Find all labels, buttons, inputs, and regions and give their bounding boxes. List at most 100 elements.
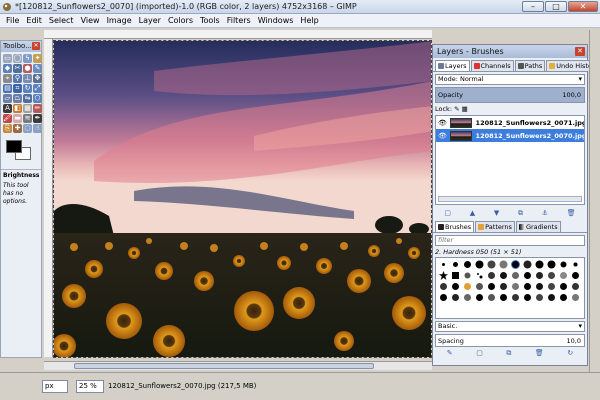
brush-item[interactable]	[522, 282, 532, 291]
smudge-tool-icon[interactable]: ☝	[33, 124, 42, 133]
brush-item[interactable]	[474, 271, 484, 280]
brush-item[interactable]	[522, 293, 532, 302]
brush-item[interactable]	[570, 293, 580, 302]
brush-item[interactable]	[558, 260, 568, 269]
brush-item[interactable]	[474, 293, 484, 302]
brush-item[interactable]	[450, 260, 460, 269]
brush-item[interactable]	[510, 260, 520, 269]
delete-brush-icon[interactable]: 🗑	[535, 349, 544, 359]
edit-brush-icon[interactable]: ✎	[447, 349, 453, 359]
flip-tool-icon[interactable]: ⇋	[23, 94, 32, 103]
brush-item[interactable]	[462, 282, 472, 291]
close-button[interactable]: ✕	[568, 1, 598, 12]
color-select-tool-icon[interactable]: ◆	[3, 64, 12, 73]
brush-item[interactable]	[570, 271, 580, 280]
brush-item[interactable]	[462, 271, 472, 280]
layer-row[interactable]: 👁 120812_Sunflowers2_0071.jpg	[436, 116, 584, 129]
opacity-slider[interactable]: Opacity 100,0	[435, 87, 585, 103]
duplicate-layer-icon[interactable]: ⧉	[518, 209, 523, 218]
brush-grid[interactable]	[435, 257, 585, 319]
ink-tool-icon[interactable]: ✒	[33, 114, 42, 123]
refresh-brushes-icon[interactable]: ↻	[567, 349, 573, 359]
duplicate-brush-icon[interactable]: ⧉	[506, 349, 511, 359]
spacing-slider[interactable]: Spacing 10,0	[435, 334, 585, 347]
paths-tool-icon[interactable]: ✎	[33, 64, 42, 73]
brush-item[interactable]	[438, 293, 448, 302]
tab-brushes[interactable]: Brushes	[435, 221, 475, 232]
brush-item[interactable]	[534, 260, 544, 269]
brush-item[interactable]	[534, 293, 544, 302]
unit-select[interactable]: px	[42, 380, 68, 393]
anchor-layer-icon[interactable]: ⚓	[542, 209, 548, 217]
lock-alpha-icon[interactable]: ▦	[462, 105, 468, 113]
brush-item[interactable]	[522, 271, 532, 280]
bucket-fill-tool-icon[interactable]: ◧	[13, 104, 22, 113]
rect-select-tool-icon[interactable]: ▭	[3, 54, 12, 63]
raise-layer-icon[interactable]: ▲	[470, 209, 475, 217]
minimize-button[interactable]: –	[522, 1, 544, 12]
image-canvas[interactable]	[53, 40, 432, 358]
brush-preset-select[interactable]: Basic.	[435, 321, 585, 332]
align-tool-icon[interactable]: ▤	[3, 84, 12, 93]
delete-layer-icon[interactable]: 🗑	[567, 209, 576, 217]
brush-item[interactable]	[498, 260, 508, 269]
blend-tool-icon[interactable]: ▦	[23, 104, 32, 113]
ellipse-select-tool-icon[interactable]: ◯	[13, 54, 22, 63]
brush-item[interactable]	[438, 260, 448, 269]
airbrush-tool-icon[interactable]: ≋	[23, 114, 32, 123]
brush-item[interactable]	[558, 282, 568, 291]
brush-item[interactable]	[474, 260, 484, 269]
visibility-eye-icon[interactable]: 👁	[438, 119, 447, 127]
menu-edit[interactable]: Edit	[26, 16, 42, 25]
brush-item[interactable]	[498, 271, 508, 280]
tab-channels[interactable]: Channels	[470, 60, 514, 71]
brush-item[interactable]	[546, 260, 556, 269]
layer-row-selected[interactable]: 👁 120812_Sunflowers2_0070.jpg	[436, 129, 584, 142]
brush-item[interactable]	[546, 282, 556, 291]
tab-patterns[interactable]: Patterns	[475, 221, 515, 232]
cage-tool-icon[interactable]: ⬡	[33, 94, 42, 103]
visibility-eye-icon[interactable]: 👁	[438, 132, 447, 140]
eraser-tool-icon[interactable]: ▬	[13, 114, 22, 123]
maximize-button[interactable]: □	[545, 1, 567, 12]
brush-item[interactable]	[474, 282, 484, 291]
blur-tool-icon[interactable]: ◌	[23, 124, 32, 133]
toolbox-close-icon[interactable]: ✕	[32, 42, 40, 50]
brush-item[interactable]	[450, 271, 460, 280]
brush-item[interactable]	[546, 293, 556, 302]
free-select-tool-icon[interactable]: ϟ	[23, 54, 32, 63]
brush-item[interactable]	[450, 282, 460, 291]
shear-tool-icon[interactable]: ▱	[3, 94, 12, 103]
new-layer-icon[interactable]: ▢	[444, 209, 451, 217]
menu-help[interactable]: Help	[300, 16, 318, 25]
measure-tool-icon[interactable]: ⊥	[23, 74, 32, 83]
menu-windows[interactable]: Windows	[258, 16, 294, 25]
brush-item[interactable]	[510, 282, 520, 291]
menu-colors[interactable]: Colors	[168, 16, 193, 25]
brush-item[interactable]	[486, 260, 496, 269]
brush-item[interactable]	[498, 293, 508, 302]
brush-item[interactable]	[462, 293, 472, 302]
fuzzy-select-tool-icon[interactable]: ✦	[33, 54, 42, 63]
brush-item[interactable]	[498, 282, 508, 291]
menu-select[interactable]: Select	[49, 16, 74, 25]
filter-input[interactable]: filter	[435, 235, 585, 246]
foreground-color[interactable]	[6, 140, 22, 153]
brush-item[interactable]	[486, 293, 496, 302]
lock-pixels-icon[interactable]: ✎	[454, 105, 459, 113]
lower-layer-icon[interactable]: ▼	[494, 209, 499, 217]
menu-filters[interactable]: Filters	[227, 16, 251, 25]
menu-layer[interactable]: Layer	[139, 16, 161, 25]
crop-tool-icon[interactable]: ⌗	[13, 84, 22, 93]
clone-tool-icon[interactable]: ⎘	[3, 124, 12, 133]
zoom-select[interactable]: 25 %	[76, 380, 104, 393]
mode-select[interactable]: Mode: Normal	[435, 74, 585, 85]
brush-item[interactable]	[438, 282, 448, 291]
text-tool-icon[interactable]: A	[3, 104, 12, 113]
brush-item[interactable]	[438, 271, 448, 280]
new-brush-icon[interactable]: ▢	[476, 349, 483, 359]
dock-close-icon[interactable]: ✕	[575, 47, 585, 56]
brush-item[interactable]	[534, 282, 544, 291]
scissors-tool-icon[interactable]: ✂	[13, 64, 22, 73]
horizontal-scrollbar[interactable]	[44, 361, 432, 370]
